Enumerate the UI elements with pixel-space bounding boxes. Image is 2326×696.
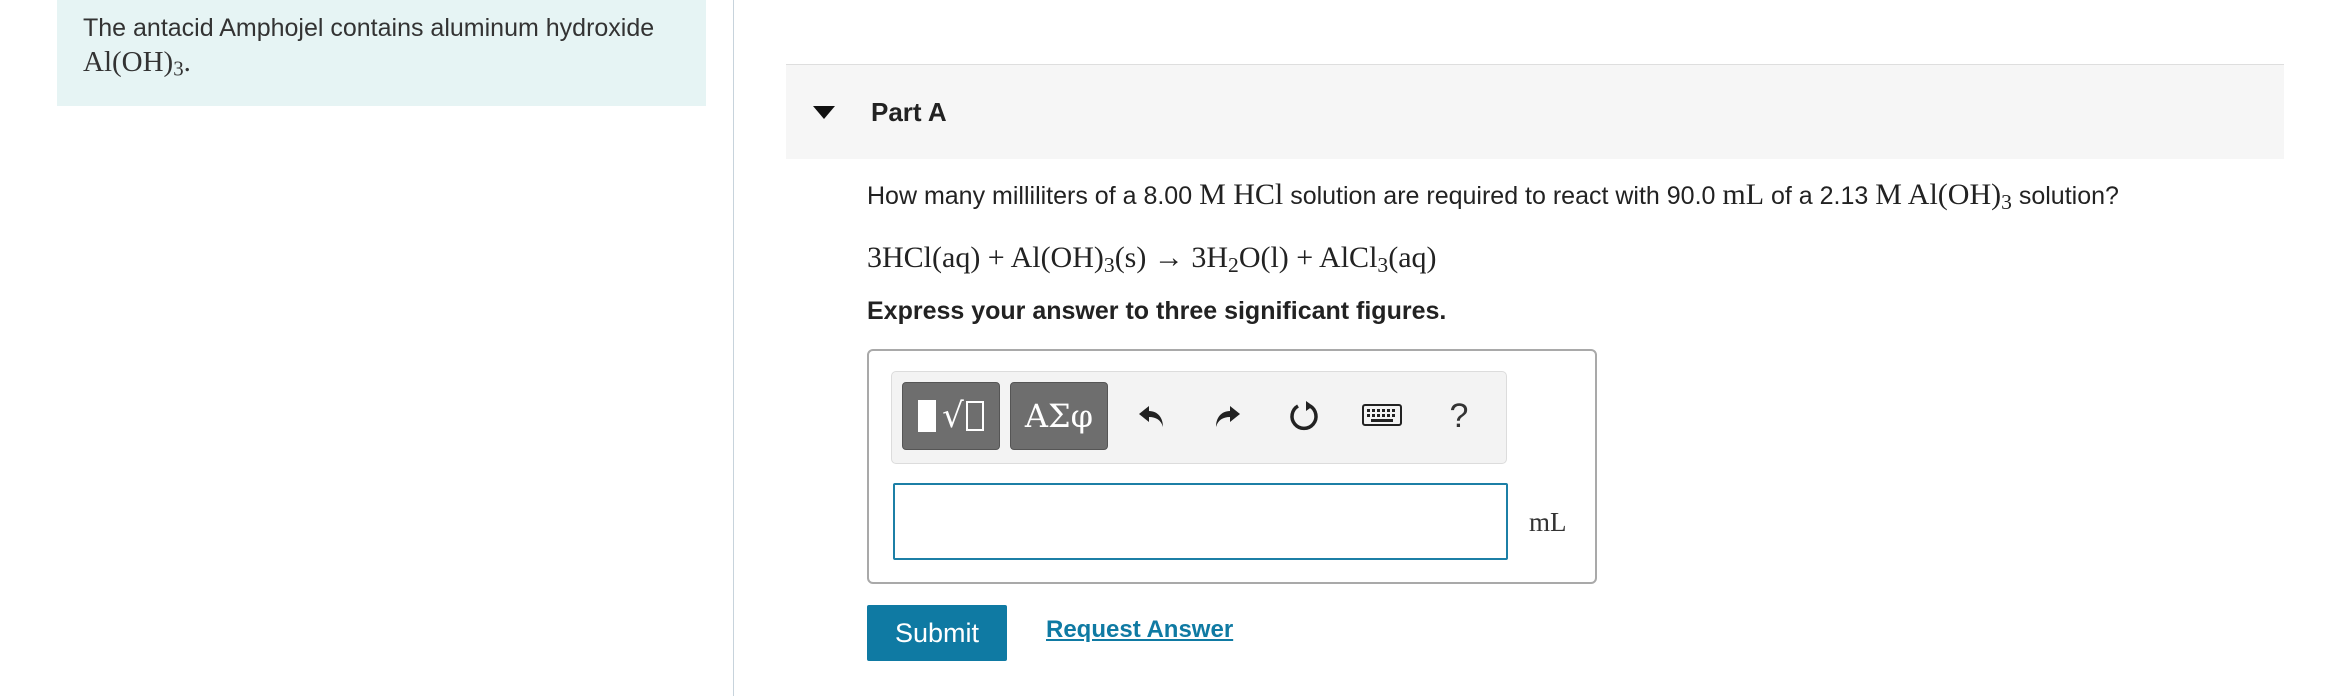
request-answer-link[interactable]: Request Answer — [1046, 616, 1233, 644]
templates-block-icon — [918, 400, 937, 432]
undo-icon[interactable] — [1130, 394, 1174, 438]
eq-sub-2: 2 — [1228, 252, 1239, 277]
keyboard-icon[interactable] — [1360, 394, 1404, 438]
submit-button[interactable]: Submit — [867, 605, 1007, 661]
q-math-2: mL — [1722, 178, 1765, 211]
reaction-equation: 3HCl(aq) + Al(OH)3(s) → 3H2O(l) + AlCl3(… — [867, 238, 1437, 278]
redo-icon[interactable] — [1205, 394, 1249, 438]
q-math-3-main: M Al(OH) — [1875, 178, 2002, 211]
radical-icon: √ — [942, 396, 964, 436]
info-formula: Al(OH)3. — [83, 45, 680, 79]
answer-input[interactable] — [893, 483, 1508, 560]
eq-part-3: O(l) + AlCl — [1238, 241, 1378, 274]
question-text: How many milliliters of a 8.00 M HCl sol… — [867, 177, 2119, 214]
unit-label: mL — [1529, 507, 1567, 537]
math-toolbar: √ ΑΣφ ? — [891, 371, 1507, 464]
q-text-3: of a 2.13 — [1764, 182, 1876, 210]
placeholder-box-icon — [965, 401, 984, 431]
instruction-text: Express your answer to three significant… — [867, 297, 1447, 325]
part-title: Part A — [871, 97, 947, 127]
help-icon[interactable]: ? — [1437, 394, 1481, 438]
answer-box: √ ΑΣφ ? mL — [867, 349, 1597, 584]
eq-sub-1: 3 — [1103, 252, 1115, 277]
q-math-3-sub: 3 — [2001, 189, 2012, 214]
eq-part-4: (aq) — [1388, 241, 1437, 274]
eq-sub-3: 3 — [1377, 252, 1389, 277]
formula-end: . — [183, 46, 191, 78]
q-text-1: How many milliliters of a 8.00 — [867, 182, 1200, 210]
q-math-1: M HCl — [1199, 178, 1284, 211]
q-text-2: solution are required to react with 90.0 — [1283, 182, 1723, 210]
collapse-caret-icon[interactable] — [813, 106, 835, 119]
eq-part-1: 3HCl(aq) + Al(OH) — [867, 241, 1104, 274]
q-text-4: solution? — [2011, 182, 2119, 210]
info-panel: The antacid Amphojel contains aluminum h… — [57, 0, 706, 106]
eq-part-2: (s) → 3H — [1114, 241, 1229, 274]
formula-main: Al(OH) — [83, 46, 174, 78]
templates-button[interactable]: √ — [902, 382, 1000, 450]
info-text: The antacid Amphojel contains aluminum h… — [83, 14, 655, 42]
part-header[interactable]: Part A — [786, 64, 2284, 159]
symbols-button[interactable]: ΑΣφ — [1010, 382, 1108, 450]
reset-icon[interactable] — [1282, 394, 1326, 438]
q-math-3: M Al(OH)3 — [1875, 178, 2012, 214]
formula-sub: 3 — [173, 56, 184, 81]
panel-divider — [733, 0, 734, 696]
